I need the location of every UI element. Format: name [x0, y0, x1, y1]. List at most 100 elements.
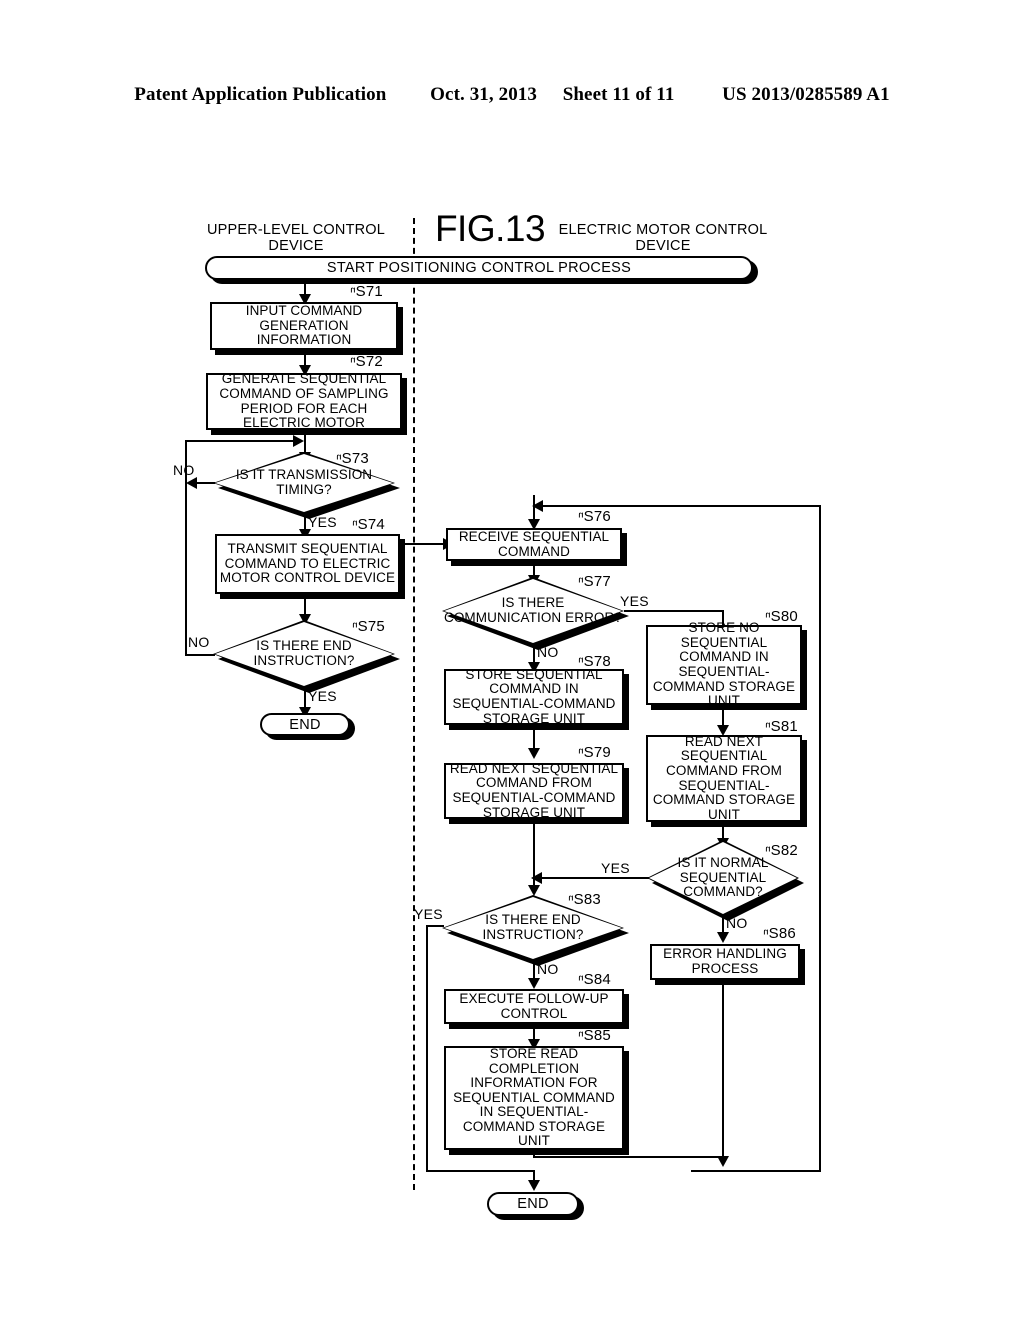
figure-title: FIG.13 — [434, 208, 546, 249]
process-s71: INPUT COMMAND GENERATION INFORMATION — [210, 302, 398, 350]
process-s86-label: ERROR HANDLING PROCESS — [663, 946, 787, 976]
process-s78-label: STORE SEQUENTIAL COMMAND IN SEQUENTIAL-C… — [452, 666, 616, 726]
line-s83-yes-vertical — [426, 925, 428, 1172]
step-tag-s74: ⁿS74 — [352, 516, 385, 533]
step-hook-s84: ⁿ — [578, 971, 584, 988]
flowchart-figure: UPPER-LEVEL CONTROL DEVICE FIG.13 ELECTR… — [0, 0, 1024, 1320]
line-s83-yes-bottom — [426, 1170, 533, 1172]
process-s72: GENERATE SEQUENTIAL COMMAND OF SAMPLING … — [206, 371, 402, 430]
decision-s83-label: IS THERE END INSTRUCTION? — [482, 912, 584, 942]
process-s78: STORE SEQUENTIAL COMMAND IN SEQUENTIAL-C… — [444, 666, 624, 726]
process-s79: READ NEXT SEQUENTIAL COMMAND FROM SEQUEN… — [444, 760, 624, 820]
end-terminator-right: END — [487, 1192, 579, 1216]
edge-label-s73-no: NO — [173, 462, 195, 478]
step-hook-s71: ⁿ — [350, 283, 356, 300]
line-s74-to-s75 — [304, 594, 306, 616]
process-s84-label: EXECUTE FOLLOW-UP CONTROL — [459, 990, 609, 1021]
edge-label-s82-yes: YES — [601, 860, 630, 876]
step-tag-s79-text: S79 — [583, 744, 611, 761]
decision-s75: IS THERE END INSTRUCTION? — [213, 620, 400, 693]
arrow-s82-yes — [531, 872, 542, 884]
process-s85: STORE READ COMPLETION INFORMATION FOR SE… — [444, 1046, 624, 1150]
end-terminator-left-label: END — [289, 716, 321, 733]
step-hook-s86: ⁿ — [763, 925, 769, 942]
arrow-to-end-right — [528, 1180, 540, 1191]
step-tag-s85: ⁿS85 — [578, 1027, 611, 1044]
step-tag-s74-text: S74 — [357, 516, 385, 533]
process-s80: STORE NO SEQUENTIAL COMMAND IN SEQUENTIA… — [646, 620, 802, 708]
edge-label-s77-yes: YES — [620, 593, 649, 609]
end-terminator-right-label: END — [517, 1196, 549, 1212]
decision-s75-label: IS THERE END INSTRUCTION? — [253, 638, 355, 668]
process-s76: RECEIVE SEQUENTIAL COMMAND — [446, 528, 622, 561]
edge-label-s75-no: NO — [188, 634, 210, 650]
edge-label-s77-no: NO — [537, 644, 559, 660]
step-tag-s84-text: S84 — [583, 971, 611, 988]
process-s81-label: READ NEXT SEQUENTIAL COMMAND FROM SEQUEN… — [652, 733, 796, 822]
process-s81: READ NEXT SEQUENTIAL COMMAND FROM SEQUEN… — [646, 733, 802, 822]
step-tag-s81-text: S81 — [770, 718, 798, 735]
edge-label-s82-no: NO — [726, 915, 748, 931]
start-terminator-label: START POSITIONING CONTROL PROCESS — [326, 260, 632, 276]
step-tag-s71: ⁿS71 — [350, 283, 383, 300]
patent-page: Patent Application Publication Oct. 31, … — [0, 0, 1024, 1320]
step-tag-s76-text: S76 — [583, 508, 611, 525]
line-s73-no — [197, 482, 215, 484]
step-tag-s71-text: S71 — [355, 283, 383, 300]
step-hook-s85: ⁿ — [578, 1027, 584, 1044]
step-tag-s86: ⁿS86 — [763, 925, 796, 942]
step-tag-s86-text: S86 — [768, 925, 796, 942]
line-s78-to-s79 — [533, 725, 535, 750]
step-tag-s76: ⁿS76 — [578, 508, 611, 525]
start-terminator: START POSITIONING CONTROL PROCESS — [205, 256, 753, 280]
step-hook-s74: ⁿ — [352, 516, 358, 533]
line-s79-to-s83 — [533, 819, 535, 877]
line-s86-to-bottom — [722, 980, 724, 1158]
line-s75-yes — [304, 688, 306, 709]
step-hook-s81: ⁿ — [765, 718, 771, 735]
arrow-s73-no — [186, 477, 197, 489]
line-s72-to-s73 — [304, 430, 306, 454]
decision-s77: IS THERE COMMUNICATION ERROR? — [442, 577, 629, 650]
lane-label-upper-level-control-device: UPPER-LEVEL CONTROL DEVICE — [206, 222, 386, 254]
line-feedback-to-s76 — [540, 505, 821, 507]
line-s80-to-s81 — [722, 705, 724, 727]
line-s85-to-rail — [533, 1156, 723, 1158]
edge-label-s73-yes: YES — [308, 514, 337, 530]
decision-s73-label: IS IT TRANSMISSION TIMING? — [235, 467, 373, 497]
decision-s82-label: IS IT NORMAL SEQUENTIAL COMMAND? — [677, 855, 769, 900]
step-tag-s81: ⁿS81 — [765, 718, 798, 735]
line-feedback-rail-bottom — [691, 1170, 821, 1172]
line-no-rail-horizontal — [185, 440, 297, 442]
line-s74-to-s76 — [400, 543, 447, 545]
process-s71-label: INPUT COMMAND GENERATION INFORMATION — [245, 303, 363, 348]
line-s75-no — [185, 654, 215, 656]
edge-label-s83-no: NO — [537, 961, 559, 977]
process-s85-label: STORE READ COMPLETION INFORMATION FOR SE… — [453, 1045, 615, 1149]
decision-s82: IS IT NORMAL SEQUENTIAL COMMAND? — [647, 840, 804, 921]
end-terminator-left: END — [260, 713, 350, 736]
decision-s77-label: IS THERE COMMUNICATION ERROR? — [443, 595, 622, 625]
process-s74: TRANSMIT SEQUENTIAL COMMAND TO ELECTRIC … — [215, 534, 400, 594]
arrow-s82-no — [717, 932, 729, 943]
lane-divider — [413, 218, 415, 1190]
process-s74-label: TRANSMIT SEQUENTIAL COMMAND TO ELECTRIC … — [219, 541, 396, 586]
process-s84: EXECUTE FOLLOW-UP CONTROL — [444, 989, 624, 1024]
process-s79-label: READ NEXT SEQUENTIAL COMMAND FROM SEQUEN… — [449, 760, 619, 820]
arrow-no-rail-into-s73 — [293, 435, 304, 447]
edge-label-s83-yes: YES — [414, 906, 443, 922]
step-tag-s79: ⁿS79 — [578, 744, 611, 761]
line-into-s76 — [533, 495, 535, 521]
step-hook-s76: ⁿ — [578, 508, 584, 525]
step-hook-s79: ⁿ — [578, 744, 584, 761]
arrow-s83-no — [528, 978, 540, 989]
step-tag-s85-text: S85 — [583, 1027, 611, 1044]
decision-s73: IS IT TRANSMISSION TIMING? — [213, 452, 400, 519]
step-tag-s84: ⁿS84 — [578, 971, 611, 988]
lane-label-electric-motor-control-device: ELECTRIC MOTOR CONTROL DEVICE — [558, 222, 768, 254]
process-s80-label: STORE NO SEQUENTIAL COMMAND IN SEQUENTIA… — [652, 620, 796, 709]
line-s77-yes-horizontal — [624, 610, 724, 612]
process-s86: ERROR HANDLING PROCESS — [650, 944, 800, 980]
decision-s83: IS THERE END INSTRUCTION? — [442, 895, 629, 966]
edge-label-s75-yes: YES — [308, 688, 337, 704]
